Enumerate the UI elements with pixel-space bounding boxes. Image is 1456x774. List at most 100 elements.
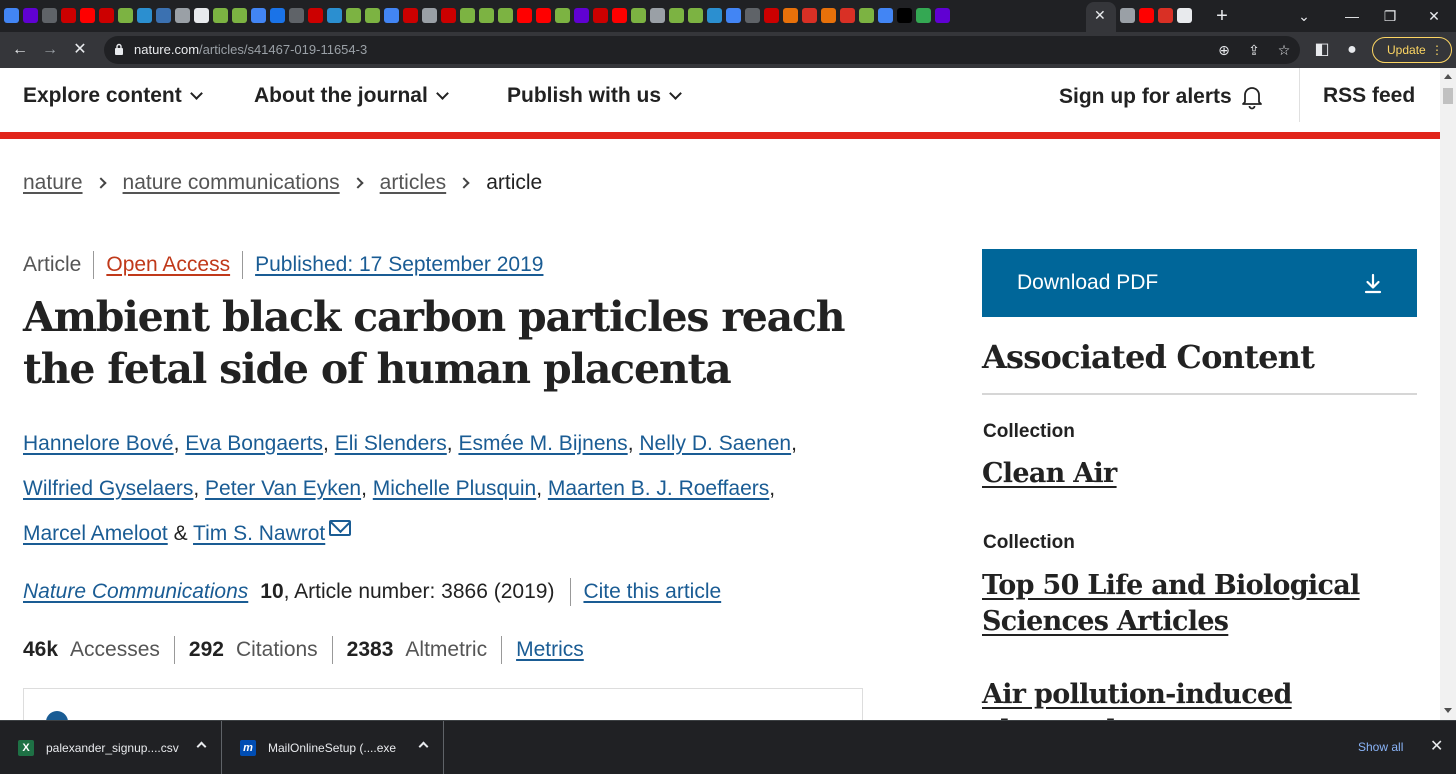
metrics-link[interactable]: Metrics (516, 638, 584, 662)
tab-favicon-icon[interactable] (61, 8, 76, 23)
stop-loading-button[interactable]: ✕ (68, 38, 92, 62)
tab-favicon-icon[interactable] (726, 8, 741, 23)
tab-favicon-icon[interactable] (498, 8, 513, 23)
published-date-link[interactable]: Published: 17 September 2019 (255, 253, 543, 277)
lock-icon[interactable] (114, 43, 124, 56)
tab-favicon-icon[interactable] (251, 8, 266, 23)
tab-favicon-icon[interactable] (156, 8, 171, 23)
page-scrollbar[interactable] (1440, 68, 1456, 720)
author-link[interactable]: Wilfried Gyselaers (23, 477, 193, 500)
tab-favicon-icon[interactable] (840, 8, 855, 23)
author-link[interactable]: Eva Bongaerts (185, 432, 323, 455)
tab-favicon-icon[interactable] (99, 8, 114, 23)
side-panel-icon[interactable]: ◧ (1310, 38, 1334, 62)
tab-favicon-icon[interactable] (593, 8, 608, 23)
author-link[interactable]: Peter Van Eyken (205, 477, 361, 500)
tab-favicon-icon[interactable] (327, 8, 342, 23)
tab-favicons[interactable] (4, 8, 950, 24)
tab-favicon-icon[interactable] (631, 8, 646, 23)
share-icon[interactable]: ⇪ (1244, 40, 1264, 60)
tab-favicon-icon[interactable] (859, 8, 874, 23)
tab-favicon-icon[interactable] (118, 8, 133, 23)
author-link[interactable]: Marcel Ameloot (23, 522, 168, 545)
scroll-up-icon[interactable] (1444, 74, 1452, 79)
scroll-thumb[interactable] (1443, 88, 1453, 104)
tab-favicons-right[interactable] (1120, 8, 1192, 23)
active-tab[interactable]: ✕ (1086, 2, 1116, 32)
air-pollution-placental-link[interactable]: Air pollution-induced placental (982, 677, 1412, 720)
tab-favicon-icon[interactable] (1120, 8, 1135, 23)
bookmark-star-icon[interactable]: ☆ (1274, 40, 1294, 60)
tab-favicon-icon[interactable] (80, 8, 95, 23)
address-bar[interactable]: nature.com/articles/s41467-019-11654-3 ⊕… (104, 36, 1300, 64)
tab-favicon-icon[interactable] (42, 8, 57, 23)
maximize-button[interactable]: ❐ (1376, 4, 1404, 28)
about-journal-menu[interactable]: About the journal (254, 84, 449, 108)
author-link[interactable]: Eli Slenders (335, 432, 447, 455)
tab-favicon-icon[interactable] (821, 8, 836, 23)
close-tab-icon[interactable]: ✕ (1094, 7, 1106, 24)
author-link[interactable]: Nelly D. Saenen (639, 432, 791, 455)
window-close-button[interactable]: ✕ (1420, 4, 1448, 28)
tab-favicon-icon[interactable] (650, 8, 665, 23)
tab-favicon-icon[interactable] (1139, 8, 1154, 23)
tab-favicon-icon[interactable] (764, 8, 779, 23)
explore-content-menu[interactable]: Explore content (23, 84, 203, 108)
tab-favicon-icon[interactable] (232, 8, 247, 23)
tab-favicon-icon[interactable] (574, 8, 589, 23)
new-tab-button[interactable]: + (1210, 4, 1234, 28)
rss-feed-link[interactable]: RSS feed (1323, 84, 1415, 108)
tab-favicon-icon[interactable] (517, 8, 532, 23)
profile-icon[interactable]: ● (1340, 38, 1364, 62)
sign-up-alerts-link[interactable]: Sign up for alerts (1059, 84, 1264, 110)
tab-favicon-icon[interactable] (783, 8, 798, 23)
tab-favicon-icon[interactable] (612, 8, 627, 23)
author-link[interactable]: Maarten B. J. Roeffaers (548, 477, 769, 500)
chevron-up-icon[interactable] (196, 741, 207, 752)
download-item-csv[interactable]: X palexander_signup....csv (0, 721, 222, 774)
tab-favicon-icon[interactable] (669, 8, 684, 23)
chevron-up-icon[interactable] (418, 741, 429, 752)
tab-favicon-icon[interactable] (384, 8, 399, 23)
tab-favicon-icon[interactable] (745, 8, 760, 23)
zoom-icon[interactable]: ⊕ (1214, 40, 1234, 60)
breadcrumb-nature-communications[interactable]: nature communications (123, 171, 340, 195)
back-button[interactable]: ← (8, 38, 32, 62)
url-text[interactable]: nature.com/articles/s41467-019-11654-3 (134, 42, 367, 57)
tab-favicon-icon[interactable] (365, 8, 380, 23)
tab-favicon-icon[interactable] (137, 8, 152, 23)
forward-button[interactable]: → (38, 38, 62, 62)
tab-favicon-icon[interactable] (916, 8, 931, 23)
tab-favicon-icon[interactable] (346, 8, 361, 23)
publish-with-us-menu[interactable]: Publish with us (507, 84, 682, 108)
tab-search-icon[interactable]: ⌄ (1290, 4, 1318, 28)
tab-favicon-icon[interactable] (688, 8, 703, 23)
journal-link[interactable]: Nature Communications (23, 580, 248, 604)
breadcrumb-articles[interactable]: articles (380, 171, 447, 195)
author-link[interactable]: Michelle Plusquin (373, 477, 536, 500)
tab-favicon-icon[interactable] (479, 8, 494, 23)
author-link[interactable]: Tim S. Nawrot (193, 522, 325, 545)
tab-favicon-icon[interactable] (897, 8, 912, 23)
cite-this-article-link[interactable]: Cite this article (583, 580, 721, 604)
update-button[interactable]: Update ⋮ (1372, 37, 1452, 63)
tab-favicon-icon[interactable] (270, 8, 285, 23)
tab-favicon-icon[interactable] (289, 8, 304, 23)
tab-favicon-icon[interactable] (460, 8, 475, 23)
tab-favicon-icon[interactable] (802, 8, 817, 23)
tab-favicon-icon[interactable] (213, 8, 228, 23)
tab-favicon-icon[interactable] (536, 8, 551, 23)
tab-favicon-icon[interactable] (4, 8, 19, 23)
author-link[interactable]: Hannelore Bové (23, 432, 174, 455)
author-link[interactable]: Esmée M. Bijnens (458, 432, 627, 455)
open-access-link[interactable]: Open Access (106, 253, 230, 277)
tab-favicon-icon[interactable] (175, 8, 190, 23)
tab-favicon-icon[interactable] (194, 8, 209, 23)
download-pdf-button[interactable]: Download PDF (982, 249, 1417, 317)
tab-favicon-icon[interactable] (308, 8, 323, 23)
email-icon[interactable] (329, 520, 352, 536)
download-item-exe[interactable]: m MailOnlineSetup (....exe (222, 721, 444, 774)
tab-favicon-icon[interactable] (23, 8, 38, 23)
breadcrumb-nature[interactable]: nature (23, 171, 83, 195)
tab-favicon-icon[interactable] (1158, 8, 1173, 23)
